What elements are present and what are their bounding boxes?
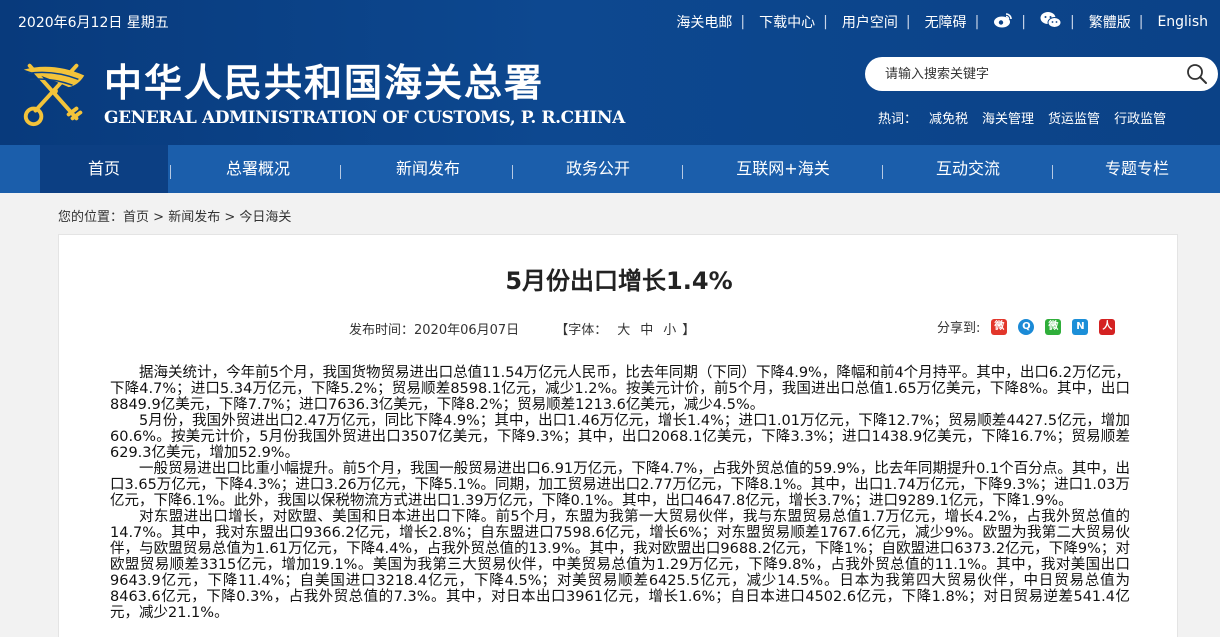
top-links: 海关电邮 | 下载中心 | 用户空间 | 无障碍 | | | 繁體版 | Eng… — [662, 11, 1208, 33]
divider: | — [905, 14, 911, 30]
divider: | — [740, 14, 746, 30]
link-accessibility[interactable]: 无障碍 — [925, 12, 967, 32]
nav-divider — [512, 165, 513, 179]
search-input[interactable] — [865, 57, 1175, 91]
share-label: 分享到: — [937, 321, 981, 336]
link-download-center[interactable]: 下载中心 — [759, 12, 815, 32]
current-date: 2020年6月12日 星期五 — [18, 15, 169, 31]
hot-word-link[interactable]: 减免税 — [929, 108, 968, 127]
article-meta: 发布时间： 2020年06月07日 【字体： 大中小】 — [349, 319, 695, 338]
font-size-close: 】 — [682, 323, 696, 338]
weibo-icon[interactable] — [993, 12, 1013, 32]
divider: | — [1138, 14, 1144, 30]
font-size-label: 【字体： — [555, 323, 608, 338]
hot-words: 热词： 减免税 海关管理 货运监管 行政监管 — [878, 108, 1180, 127]
weibo-share-icon[interactable]: 微 — [991, 318, 1008, 335]
site-header: 2020年6月12日 星期五 海关电邮 | 下载中心 | 用户空间 | 无障碍 … — [0, 0, 1220, 145]
divider: | — [823, 14, 828, 30]
divider: | — [1021, 14, 1026, 30]
breadcrumb-separator: > — [220, 210, 240, 225]
nav-divider — [170, 165, 171, 179]
wechat-icon[interactable] — [1040, 11, 1062, 33]
nav-divider — [682, 165, 683, 179]
main-nav: 首页 总署概况 新闻发布 政务公开 互联网+海关 互动交流 专题专栏 — [0, 145, 1220, 193]
publish-date: 2020年06月07日 — [414, 323, 520, 338]
site-title-english: GENERAL ADMINISTRATION OF CUSTOMS, P. R.… — [104, 108, 625, 128]
link-customs-email[interactable]: 海关电邮 — [676, 12, 732, 32]
nav-divider — [340, 165, 341, 179]
font-size-medium-button[interactable]: 中 — [640, 323, 653, 338]
tencent-news-share-icon[interactable]: N — [1072, 318, 1089, 335]
people-daily-share-icon[interactable]: 人 — [1099, 318, 1116, 335]
font-size-small-button[interactable]: 小 — [663, 323, 676, 338]
qzone-share-icon[interactable]: Q — [1018, 318, 1035, 335]
nav-item-interaction[interactable]: 互动交流 — [906, 145, 1030, 193]
article-paragraph: 一般贸易进出口比重小幅提升。前5个月，我国一般贸易进出口6.91万亿元，下降4.… — [110, 461, 1130, 509]
article-paragraph: 据海关统计，今年前5个月，我国货物贸易进出口总值11.54万亿元人民币，比去年同… — [110, 365, 1130, 413]
nav-item-overview[interactable]: 总署概况 — [196, 145, 320, 193]
article-body: 据海关统计，今年前5个月，我国货物贸易进出口总值11.54万亿元人民币，比去年同… — [110, 365, 1130, 621]
wechat-share-icon[interactable]: 微 — [1045, 318, 1062, 335]
divider: | — [1070, 14, 1075, 30]
search-icon[interactable] — [1186, 63, 1208, 85]
nav-item-home[interactable]: 首页 — [40, 145, 168, 193]
breadcrumb-today-customs[interactable]: 今日海关 — [239, 210, 291, 225]
link-user-space[interactable]: 用户空间 — [842, 12, 898, 32]
breadcrumb-home[interactable]: 首页 — [123, 210, 149, 225]
breadcrumb-news[interactable]: 新闻发布 — [168, 210, 220, 225]
divider: | — [974, 14, 980, 30]
breadcrumb: 您的位置：首页 > 新闻发布 > 今日海关 — [58, 206, 291, 225]
article-paragraph: 5月份，我国外贸进出口2.47万亿元，同比下降4.9%；其中，出口1.46万亿元… — [110, 413, 1130, 461]
nav-item-internet-customs[interactable]: 互联网+海关 — [716, 145, 850, 193]
nav-item-news[interactable]: 新闻发布 — [366, 145, 490, 193]
nav-item-government-affairs[interactable]: 政务公开 — [536, 145, 660, 193]
breadcrumb-separator: > — [149, 210, 169, 225]
article-paragraph: 对东盟进出口增长，对欧盟、美国和日本进出口下降。前5个月，东盟为我第一大贸易伙伴… — [110, 509, 1130, 621]
customs-emblem-icon[interactable] — [16, 54, 94, 132]
link-traditional-chinese[interactable]: 繁體版 — [1089, 12, 1131, 32]
link-english[interactable]: English — [1157, 14, 1208, 30]
hot-word-link[interactable]: 行政监管 — [1114, 108, 1166, 127]
nav-item-special-topics[interactable]: 专题专栏 — [1075, 145, 1199, 193]
font-size-control: 【字体： 大中小】 — [555, 319, 695, 338]
hot-word-link[interactable]: 海关管理 — [982, 108, 1034, 127]
article-card: 5月份出口增长1.4% 发布时间： 2020年06月07日 【字体： 大中小】 分… — [58, 234, 1178, 637]
breadcrumb-label: 您的位置： — [58, 210, 124, 225]
publish-label: 发布时间： — [349, 323, 415, 338]
share-bar: 分享到: 微 Q 微 N 人 — [937, 317, 1116, 336]
font-size-large-button[interactable]: 大 — [617, 323, 630, 338]
nav-divider — [882, 165, 883, 179]
site-title-chinese[interactable]: 中华人民共和国海关总署 — [104, 52, 544, 107]
hot-words-label: 热词： — [878, 112, 918, 127]
article-title: 5月份出口增长1.4% — [505, 267, 733, 295]
hot-word-link[interactable]: 货运监管 — [1048, 108, 1100, 127]
nav-divider — [1052, 165, 1053, 179]
search-box — [865, 57, 1218, 91]
